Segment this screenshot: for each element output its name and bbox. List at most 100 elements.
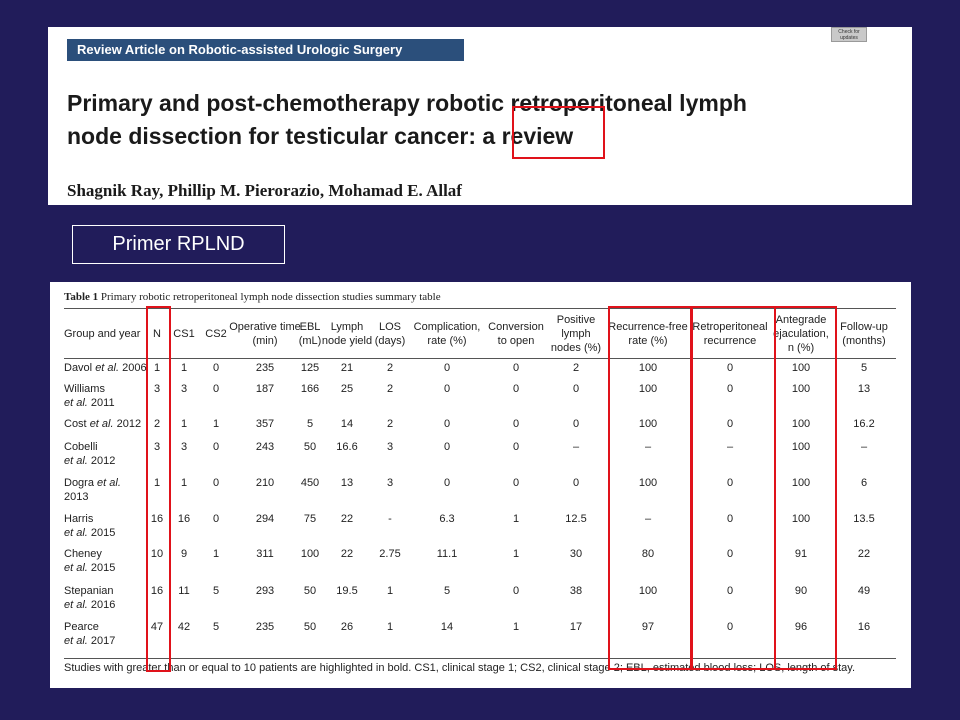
- table-cell: 16.2: [853, 418, 875, 430]
- table-cell: 166: [300, 383, 320, 395]
- check-for-updates-badge[interactable]: Check for updates: [831, 27, 867, 42]
- table-cell: -: [388, 513, 392, 525]
- table-cell: 49: [857, 585, 871, 597]
- table-cell: 0: [443, 362, 451, 374]
- table-cell: 16: [857, 621, 871, 633]
- study-name-line: et al. 2012: [64, 455, 116, 467]
- column-header: Complication, rate (%): [414, 320, 481, 348]
- column-header-line: (days): [374, 335, 406, 347]
- table-cell: 5: [212, 585, 220, 597]
- table-cell: 13: [340, 477, 354, 489]
- table-cell: 1: [386, 585, 394, 597]
- table-cell: 243: [255, 441, 275, 453]
- table-cell: 0: [443, 383, 451, 395]
- study-name-line: Cheney: [64, 548, 102, 560]
- table-cell: 6.3: [439, 513, 455, 525]
- study-name-line: et al. 2011: [64, 397, 115, 409]
- table-cell: 2: [386, 362, 394, 374]
- table-caption-number: Table 1: [64, 291, 99, 303]
- column-header-line: (months): [842, 335, 886, 347]
- table-cell: 311: [256, 548, 274, 560]
- table-cell: 0: [443, 418, 451, 430]
- table-cell: 0: [212, 362, 220, 374]
- table-cell: 16.6: [336, 441, 358, 453]
- table-cell: 9: [180, 548, 188, 560]
- row-study-name: Cost et al. 2012: [64, 418, 142, 430]
- table-cell: 235: [255, 621, 275, 633]
- table-cell: 22: [857, 548, 871, 560]
- column-header: LOS (days): [375, 320, 406, 348]
- table-cell: 294: [255, 513, 275, 525]
- table-caption: Table 1 Primary robotic retroperitoneal …: [64, 291, 441, 303]
- table-cell: 26: [340, 621, 354, 633]
- table-cell: 357: [255, 418, 275, 430]
- column-header: Follow-up (months): [840, 320, 888, 348]
- table-cell: 16: [177, 513, 191, 525]
- row-study-name: Pearce et al. 2017: [64, 620, 115, 648]
- table-cell: 0: [512, 585, 520, 597]
- row-study-name: Stepanian et al. 2016: [64, 584, 115, 612]
- column-header: EBL (mL): [299, 320, 322, 348]
- column-header-line: rate (%): [427, 335, 467, 347]
- table-cell: 0: [212, 513, 220, 525]
- column-header-line: Positive: [556, 314, 596, 326]
- table-cell: 1: [386, 621, 394, 633]
- column-header-line: (min): [252, 335, 278, 347]
- table-cell: 1: [180, 362, 188, 374]
- table-cell: 235: [255, 362, 275, 374]
- table-cell: 17: [569, 621, 583, 633]
- column-header-line: CS2: [205, 328, 227, 340]
- article-header-panel: Review Article on Robotic-assisted Urolo…: [48, 27, 912, 205]
- table-cell: 0: [512, 418, 520, 430]
- study-name-line: Stepanian: [64, 585, 114, 597]
- table-cell: 3: [180, 383, 188, 395]
- table-cell: 50: [303, 441, 317, 453]
- table-cell: 1: [512, 621, 520, 633]
- article-authors: Shagnik Ray, Phillip M. Pierorazio, Moha…: [67, 181, 462, 200]
- column-header-line: Operative time: [229, 321, 301, 333]
- table-cell: 25: [340, 383, 354, 395]
- column-header: CS1: [173, 327, 194, 341]
- table-cell: 0: [572, 383, 580, 395]
- column-header: Lymph node yield: [322, 320, 372, 348]
- table-cell: 3: [386, 477, 394, 489]
- table-cell: 11.1: [436, 548, 458, 560]
- table-cell: 5: [306, 418, 314, 430]
- column-header: Group and year: [64, 327, 140, 341]
- study-name-line: et al. 2015: [64, 562, 116, 574]
- table-cell: –: [572, 441, 580, 453]
- table-caption-text: Primary robotic retroperitoneal lymph no…: [98, 291, 441, 303]
- row-study-name: Dogra et al. 2013: [64, 476, 121, 504]
- table-cell: 0: [212, 383, 220, 395]
- table-cell: 13.5: [853, 513, 875, 525]
- study-name-line: et al. 2017: [64, 635, 116, 647]
- table-cell: 3: [386, 441, 394, 453]
- table-cell: 100: [300, 548, 320, 560]
- row-study-name: Harris et al. 2015: [64, 512, 115, 540]
- table-cell: 0: [512, 477, 520, 489]
- table-cell: 0: [512, 362, 520, 374]
- table-cell: –: [860, 441, 868, 453]
- column-header-line: LOS: [378, 321, 401, 333]
- table-cell: 12.5: [565, 513, 587, 525]
- recurrence-free-highlight-box: [608, 306, 692, 670]
- column-header-line: lymph: [561, 328, 591, 340]
- table-cell: 1: [180, 477, 188, 489]
- retroperitoneal-recurrence-highlight-box: [691, 306, 776, 670]
- column-header-line: nodes (%): [550, 342, 602, 354]
- table-cell: 11: [178, 585, 190, 597]
- column-header: Operative time (min): [229, 320, 301, 348]
- table-cell: 0: [512, 441, 520, 453]
- robotic-highlight-box: [512, 106, 605, 159]
- column-header-line: EBL: [299, 321, 321, 333]
- table-cell: 30: [569, 548, 583, 560]
- column-header-line: Group and year: [64, 328, 141, 340]
- column-header: Positive lymph nodes (%): [551, 313, 601, 355]
- table-cell: 14: [340, 418, 354, 430]
- table-cell: 5: [443, 585, 451, 597]
- table-cell: 293: [255, 585, 275, 597]
- table-cell: 0: [572, 418, 580, 430]
- table-cell: 42: [177, 621, 191, 633]
- study-name-line: Williams: [64, 383, 105, 395]
- row-study-name: Cheney et al. 2015: [64, 547, 115, 575]
